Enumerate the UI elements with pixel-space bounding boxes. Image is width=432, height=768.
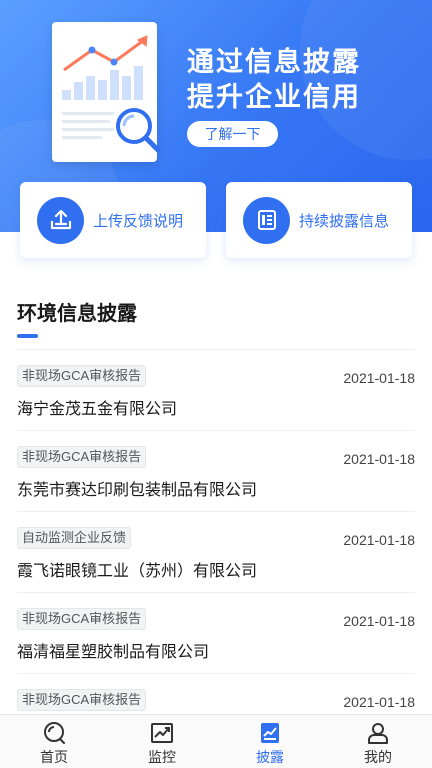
upload-icon bbox=[37, 196, 84, 244]
learn-more-button[interactable]: 了解一下 bbox=[187, 121, 278, 147]
bottom-tab-bar: 首页 监控 披露 我的 bbox=[0, 714, 432, 768]
chart-monitor-icon bbox=[149, 720, 175, 746]
section-title-underline bbox=[17, 334, 38, 338]
report-date: 2021-01-18 bbox=[343, 370, 415, 386]
section-title: 环境信息披露 bbox=[17, 303, 137, 325]
upload-feedback-card[interactable]: 上传反馈说明 bbox=[20, 182, 206, 258]
report-date: 2021-01-18 bbox=[343, 694, 415, 710]
tab-label: 披露 bbox=[256, 749, 284, 765]
report-type-tag: 非现场GCA审核报告 bbox=[17, 365, 147, 387]
home-search-icon bbox=[41, 720, 67, 746]
list-item[interactable]: 自动监测企业反馈 2021-01-18 霞飞诺眼镜工业（苏州）有限公司 bbox=[17, 512, 415, 593]
company-name: 海宁金茂五金有限公司 bbox=[17, 401, 178, 418]
disclosure-icon bbox=[257, 720, 283, 746]
report-type-tag: 非现场GCA审核报告 bbox=[17, 689, 147, 711]
upload-feedback-label: 上传反馈说明 bbox=[93, 212, 184, 230]
continuous-disclosure-card[interactable]: 持续披露信息 bbox=[226, 182, 412, 258]
tab-home[interactable]: 首页 bbox=[0, 715, 108, 768]
tab-disclosure[interactable]: 披露 bbox=[216, 715, 324, 768]
report-type-tag: 非现场GCA审核报告 bbox=[17, 608, 147, 630]
user-icon bbox=[365, 720, 391, 746]
company-name: 霞飞诺眼镜工业（苏州）有限公司 bbox=[17, 563, 258, 580]
banner-title-line2: 提升企业信用 bbox=[187, 82, 361, 112]
continuous-disclosure-label: 持续披露信息 bbox=[299, 212, 390, 230]
tab-mine[interactable]: 我的 bbox=[324, 715, 432, 768]
report-date: 2021-01-18 bbox=[343, 532, 415, 548]
tab-label: 我的 bbox=[364, 749, 392, 765]
document-list-icon bbox=[243, 196, 290, 244]
magnifier-icon bbox=[116, 108, 161, 153]
report-type-tag: 自动监测企业反馈 bbox=[17, 527, 132, 549]
list-item[interactable]: 非现场GCA审核报告 2021-01-18 海宁金茂五金有限公司 bbox=[17, 350, 415, 431]
report-date: 2021-01-18 bbox=[343, 451, 415, 467]
tab-label: 首页 bbox=[40, 749, 68, 765]
report-type-tag: 非现场GCA审核报告 bbox=[17, 446, 147, 468]
company-name: 东莞市赛达印刷包装制品有限公司 bbox=[17, 482, 258, 499]
disclosure-list: 非现场GCA审核报告 2021-01-18 海宁金茂五金有限公司 非现场GCA审… bbox=[0, 350, 432, 755]
tab-monitor[interactable]: 监控 bbox=[108, 715, 216, 768]
list-item[interactable]: 非现场GCA审核报告 2021-01-18 东莞市赛达印刷包装制品有限公司 bbox=[17, 431, 415, 512]
report-illustration bbox=[52, 22, 161, 162]
tab-label: 监控 bbox=[148, 749, 176, 765]
company-name: 福清福星塑胶制品有限公司 bbox=[17, 644, 210, 661]
report-date: 2021-01-18 bbox=[343, 613, 415, 629]
list-item[interactable]: 非现场GCA审核报告 2021-01-18 福清福星塑胶制品有限公司 bbox=[17, 593, 415, 674]
banner-title-line1: 通过信息披露 bbox=[187, 47, 361, 77]
